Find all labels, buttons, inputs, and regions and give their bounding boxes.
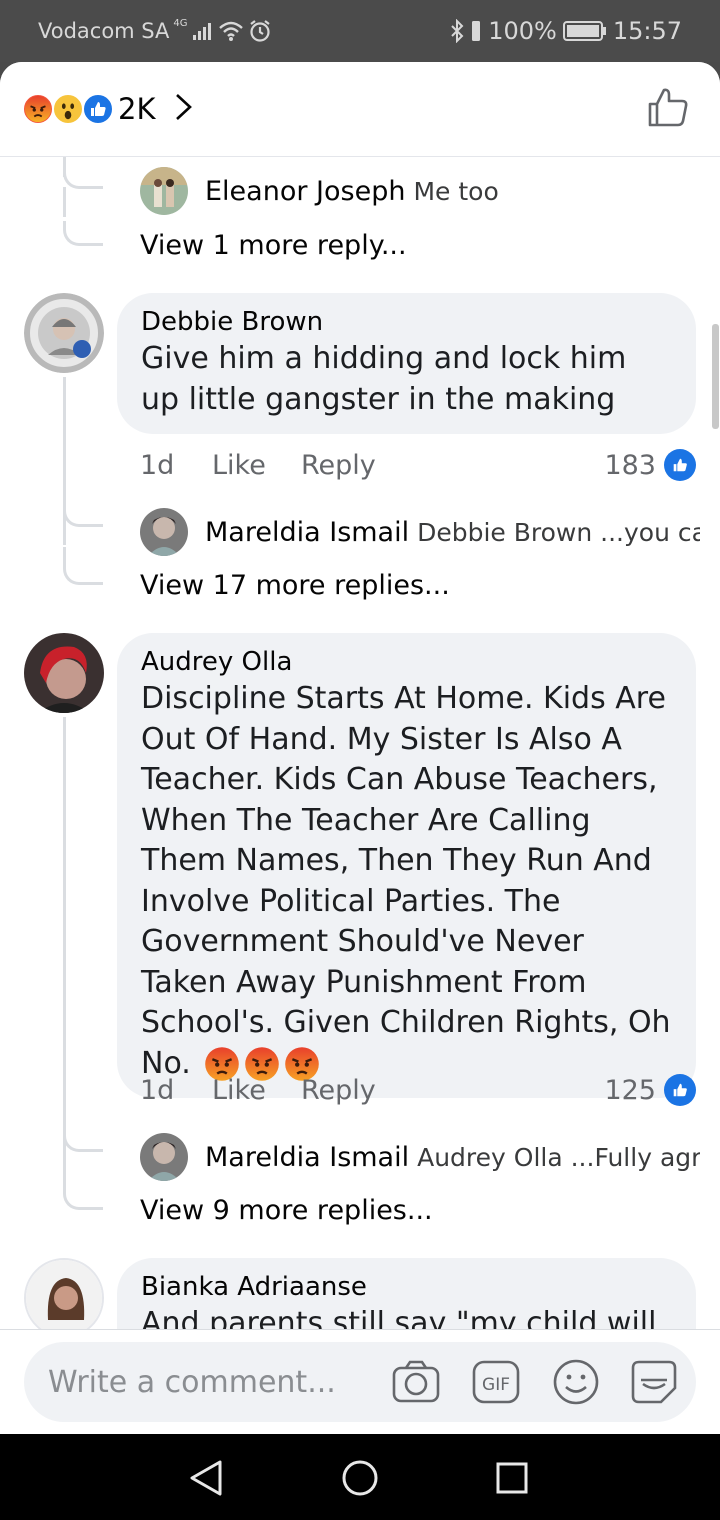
signal-icon [192,21,214,41]
comment-text-wrap: Discipline Starts At Home. Kids Are Out … [141,679,672,1084]
carrier-label: Vodacom SA [38,19,170,43]
status-bar: Vodacom SA 4G 100% 15:57 [0,0,720,62]
comment-bubble[interactable]: Bianka Adriaanse And parents still say "… [117,1258,696,1329]
vibrate-icon [470,19,482,43]
comments-list[interactable]: Eleanor Joseph Me too View 1 more reply.… [0,157,720,1329]
wow-reaction-icon [52,93,84,125]
gif-icon[interactable]: GIF [470,1356,522,1408]
reply-text: Audrey Olla ...Fully agree. [417,1142,700,1172]
camera-icon[interactable] [390,1356,442,1408]
thread-connector [63,547,103,585]
reply-preview[interactable]: Mareldia Ismail Debbie Brown ...you can.… [140,508,700,556]
sheet-header: 2K [0,62,720,157]
reply-button[interactable]: Reply [301,450,376,481]
reply-author[interactable]: Mareldia Ismail [205,517,409,548]
view-more-replies[interactable]: View 1 more reply... [140,230,407,261]
recents-icon[interactable] [490,1456,534,1500]
reply-preview[interactable]: Eleanor Joseph Me too [140,167,700,215]
comment-composer: GIF [0,1329,720,1434]
avatar[interactable] [24,633,104,713]
emoji-icon[interactable] [550,1356,602,1408]
bluetooth-icon [450,19,464,43]
reply-text: Me too [413,176,499,206]
like-button[interactable]: Like [212,1075,301,1106]
reply-preview[interactable]: Mareldia Ismail Audrey Olla ...Fully agr… [140,1133,700,1181]
comment-author[interactable]: Bianka Adriaanse [141,1270,672,1304]
thread-connector [63,1122,103,1152]
scrollbar-thumb[interactable] [712,324,719,429]
clock: 15:57 [612,17,682,45]
comment-time: 1d [140,1074,175,1106]
like-button[interactable]: Like [212,450,301,481]
comment-time: 1d [140,449,175,481]
comment-actions: 1d Like Reply 125 [140,1070,696,1110]
thread-line [63,717,66,1172]
comment-author[interactable]: Audrey Olla [141,645,672,679]
thread-connector [63,157,103,189]
wifi-icon [218,20,244,42]
comment-text: Discipline Starts At Home. Kids Are Out … [141,681,671,1081]
like-count[interactable]: 183 [604,450,656,481]
like-reaction-icon [82,93,114,125]
thread-connector [63,221,103,246]
comment-input[interactable] [48,1364,378,1400]
view-more-replies[interactable]: View 17 more replies... [140,570,450,601]
reply-author[interactable]: Eleanor Joseph [205,176,405,207]
avatar[interactable] [24,1258,104,1329]
view-more-replies[interactable]: View 9 more replies... [140,1195,433,1226]
reply-button[interactable]: Reply [301,1075,376,1106]
composer-box[interactable]: GIF [24,1342,696,1422]
chevron-right-icon[interactable] [173,92,195,126]
thread-connector [63,497,103,527]
alarm-icon [248,19,272,43]
comment-author[interactable]: Debbie Brown [141,305,672,339]
comment-bubble[interactable]: Audrey Olla Discipline Starts At Home. K… [117,633,696,1098]
comment-actions: 1d Like Reply 183 [140,445,696,485]
comment-bubble[interactable]: Debbie Brown Give him a hidding and lock… [117,293,696,434]
back-icon[interactable] [184,1456,228,1500]
like-count[interactable]: 125 [604,1075,656,1106]
network-type: 4G [173,17,188,29]
thread-line [63,187,66,217]
home-icon[interactable] [338,1456,382,1500]
svg-text:GIF: GIF [482,1375,510,1395]
like-badge-icon [664,449,696,481]
sticker-icon[interactable] [628,1356,680,1408]
like-outline-icon[interactable] [646,85,690,133]
like-badge-icon [664,1074,696,1106]
reply-text: Debbie Brown ...you can... [417,517,700,547]
system-nav-bar [0,1434,720,1520]
avatar[interactable] [24,293,104,373]
reaction-count[interactable]: 2K [118,92,155,126]
battery-percent: 100% [488,17,557,45]
reply-author[interactable]: Mareldia Ismail [205,1142,409,1173]
comment-text: And parents still say "my child will [141,1306,657,1329]
comments-sheet: 2K Eleanor Joseph Me too View 1 more rep… [0,62,720,1434]
angry-reaction-icon [22,93,54,125]
battery-icon [562,20,607,42]
reactions-summary[interactable] [22,93,114,125]
comment-text: Give him a hidding and lock him up littl… [141,341,627,417]
thread-connector [63,1172,103,1210]
